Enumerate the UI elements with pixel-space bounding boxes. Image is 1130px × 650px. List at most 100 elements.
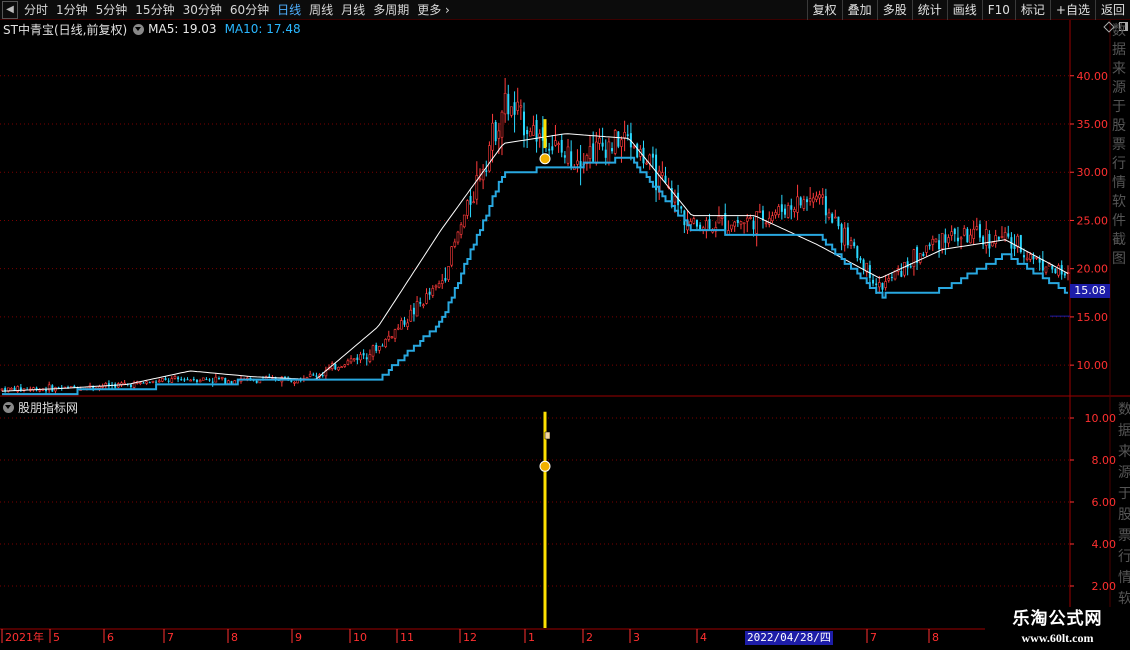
month-label: 2021年	[5, 630, 44, 644]
ma5-value: MA5: 19.03	[148, 22, 217, 36]
candle-body	[758, 211, 762, 213]
money-bag-icon-sub	[539, 460, 551, 472]
month-label: 5	[53, 631, 60, 644]
candle-body	[922, 253, 925, 256]
candle-body	[872, 279, 875, 284]
candle-body	[868, 265, 871, 278]
candle-body	[522, 111, 525, 136]
main-tick-label: 30.00	[1077, 166, 1109, 179]
candle-body	[611, 148, 614, 152]
candle-body	[739, 221, 743, 225]
candle-body	[217, 378, 220, 380]
candle-body	[566, 146, 570, 164]
candle-body	[170, 378, 174, 383]
candle-body	[308, 373, 312, 377]
sub-tick-label: 6.00	[1092, 496, 1117, 509]
sub-indicator-menu-icon[interactable]	[3, 402, 14, 413]
candle-body	[730, 224, 733, 230]
toolbar-button-0[interactable]: 复权	[806, 0, 842, 20]
candle-body	[114, 383, 117, 388]
candle-body	[1057, 265, 1060, 276]
candle-body	[1003, 232, 1007, 240]
back-arrow-icon[interactable]: ◀	[2, 1, 18, 19]
toolbar-button-4[interactable]: 画线	[946, 0, 982, 20]
candle-body	[462, 214, 466, 228]
period-tab-6[interactable]: 日线	[273, 0, 305, 20]
toolbar-button-7[interactable]: +自选	[1049, 0, 1095, 20]
candle-body	[601, 142, 604, 147]
candle-body	[783, 208, 786, 215]
candle-body	[906, 261, 909, 268]
candle-body	[422, 304, 425, 307]
stock-title[interactable]: ST中青宝(日线,前复权)	[3, 21, 127, 38]
month-label: 7	[870, 631, 877, 644]
period-tab-4[interactable]: 30分钟	[179, 0, 226, 20]
candle-body	[1051, 265, 1054, 270]
candle-body	[503, 93, 507, 115]
candle-body	[1063, 273, 1066, 276]
candle-body	[356, 357, 359, 361]
main-tick-label: 25.00	[1077, 214, 1109, 227]
candle-body	[613, 130, 617, 154]
sub-panel-label[interactable]: 股朋指标网	[18, 399, 78, 416]
period-tab-2[interactable]: 5分钟	[92, 0, 132, 20]
candle-body	[849, 240, 853, 246]
candle-body	[988, 233, 991, 249]
chart-area[interactable]: 10.00 15.00 20.00 25.00 30.00 35.00 40.00 2.00 4…	[0, 0, 1130, 650]
hand-pointer-icon	[544, 431, 551, 440]
candle-body	[604, 149, 607, 158]
candle-body	[598, 137, 601, 144]
candle-body	[101, 386, 104, 388]
candle-body	[164, 378, 167, 380]
period-tab-8[interactable]: 月线	[337, 0, 369, 20]
candle-body	[201, 377, 205, 381]
period-tab-5[interactable]: 60分钟	[226, 0, 273, 20]
candle-body	[51, 385, 54, 392]
candle-body	[155, 381, 158, 383]
candle-body	[853, 242, 856, 247]
candle-body	[255, 380, 258, 383]
candle-body	[912, 249, 916, 267]
candle-body	[419, 302, 422, 304]
stock-chart-app: 10.00 15.00 20.00 25.00 30.00 35.00 40.00 2.00 4…	[0, 0, 1130, 650]
candle-body	[1028, 254, 1032, 260]
toolbar-button-3[interactable]: 统计	[911, 0, 947, 20]
candle-body	[412, 307, 415, 315]
candle-body	[764, 222, 768, 225]
candle-body	[488, 145, 491, 172]
candle-body	[1032, 255, 1035, 260]
period-tab-10[interactable]: 更多 ›	[413, 0, 454, 20]
candle-body	[1019, 235, 1022, 253]
toolbar-button-2[interactable]: 多股	[876, 0, 912, 20]
period-tab-0[interactable]: 分时	[20, 0, 52, 20]
period-tab-7[interactable]: 周线	[305, 0, 337, 20]
month-label: 2	[586, 631, 593, 644]
toolbar-button-6[interactable]: 标记	[1014, 0, 1050, 20]
candle-body	[195, 379, 198, 382]
candle-body	[227, 380, 230, 384]
period-tab-1[interactable]: 1分钟	[52, 0, 92, 20]
candle-body	[796, 196, 799, 213]
toolbar-button-8[interactable]: 返回	[1094, 0, 1130, 20]
candle-body	[563, 155, 566, 158]
candle-body	[875, 283, 878, 286]
toolbar-button-1[interactable]: 叠加	[841, 0, 877, 20]
candle-body	[400, 320, 403, 330]
candle-body	[620, 139, 623, 147]
period-tab-9[interactable]: 多周期	[369, 0, 413, 20]
candle-body	[745, 217, 749, 222]
candle-body	[632, 145, 636, 148]
period-tab-3[interactable]: 15分钟	[131, 0, 178, 20]
candle-body	[384, 339, 387, 347]
toolbar-button-5[interactable]: F10	[981, 0, 1015, 20]
candle-body	[312, 374, 315, 376]
candle-body	[472, 201, 475, 204]
candle-body	[315, 375, 318, 377]
candle-body	[576, 160, 579, 165]
candle-body	[592, 143, 595, 162]
month-label: 10	[353, 631, 367, 644]
indicator-menu-icon[interactable]	[133, 23, 145, 35]
candle-body	[588, 146, 592, 159]
candle-body	[362, 353, 365, 356]
candle-body	[365, 357, 368, 360]
